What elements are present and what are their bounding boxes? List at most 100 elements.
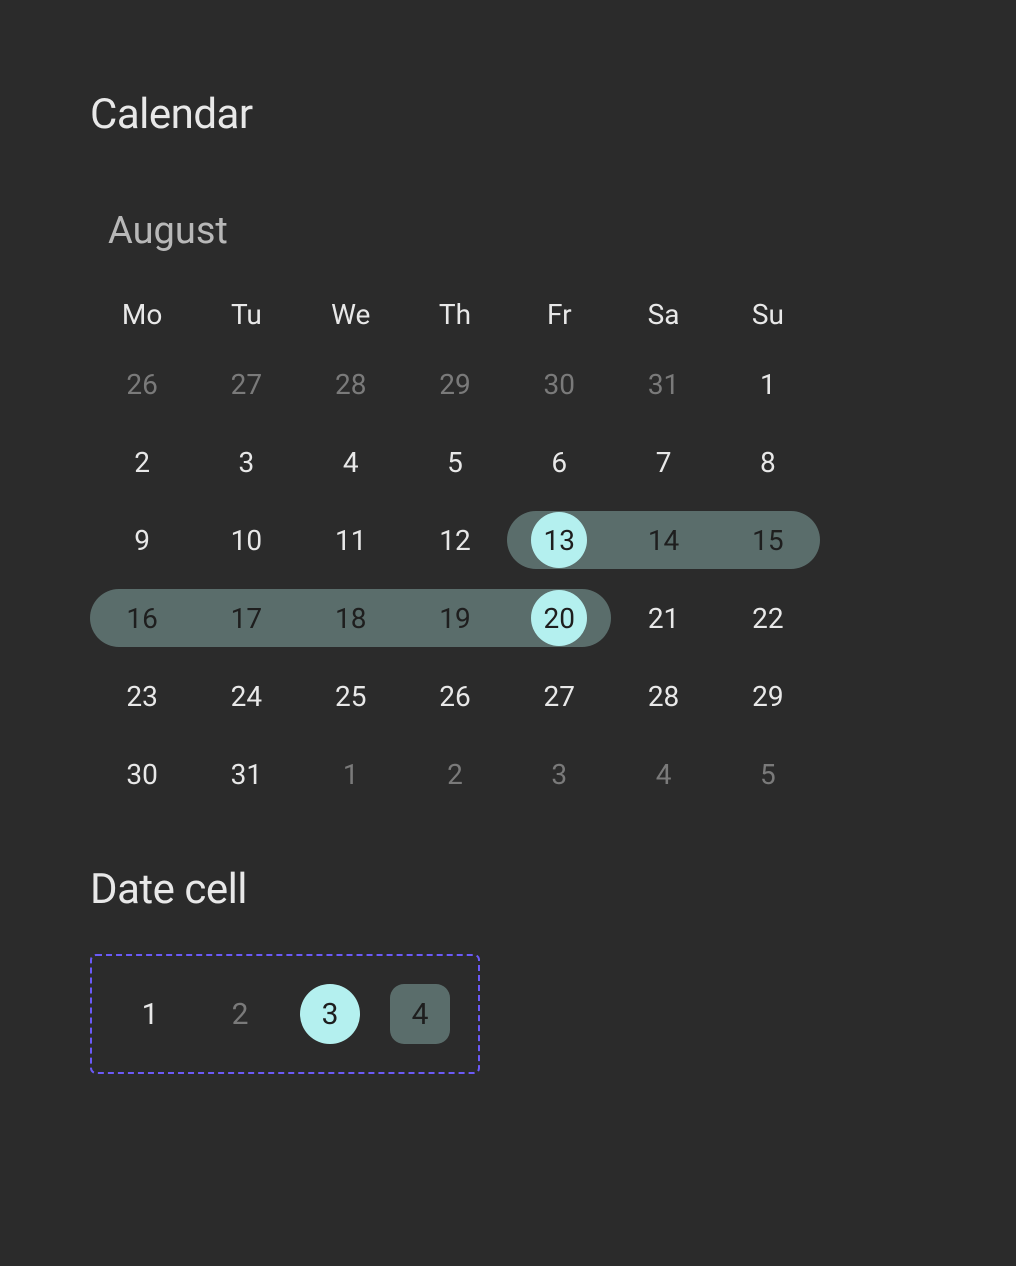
day-number: 4 [323,434,379,490]
day-cell[interactable]: 6 [507,433,611,491]
weekday-header: Fr [507,291,611,337]
day-number: 18 [323,590,379,646]
day-cell[interactable]: 10 [194,511,298,569]
day-cell[interactable]: 9 [90,511,194,569]
day-cell[interactable]: 28 [299,355,403,413]
day-cell[interactable]: 13 [507,511,611,569]
day-number: 26 [114,356,170,412]
day-number: 28 [636,668,692,724]
day-number: 20 [531,590,587,646]
day-cell[interactable]: 17 [194,589,298,647]
month-label: August [108,209,926,253]
day-number: 29 [740,668,796,724]
day-cell[interactable]: 22 [716,589,820,647]
day-cell[interactable]: 1 [299,745,403,803]
day-number: 24 [218,668,274,724]
day-cell[interactable]: 24 [194,667,298,725]
day-cell[interactable]: 23 [90,667,194,725]
weekday-header: Mo [90,291,194,337]
day-number: 4 [636,746,692,802]
day-cell[interactable]: 2 [90,433,194,491]
day-cell[interactable]: 2 [403,745,507,803]
day-cell[interactable]: 4 [611,745,715,803]
calendar-title: Calendar [90,90,926,139]
day-cell[interactable]: 4 [299,433,403,491]
day-number: 27 [531,668,587,724]
day-number: 29 [427,356,483,412]
day-cell[interactable]: 30 [90,745,194,803]
day-cell[interactable]: 30 [507,355,611,413]
day-cell[interactable]: 7 [611,433,715,491]
day-number: 7 [636,434,692,490]
day-number: 17 [218,590,274,646]
day-number: 21 [636,590,692,646]
weekday-header: We [299,291,403,337]
day-number: 31 [636,356,692,412]
day-cell[interactable]: 31 [611,355,715,413]
day-cell[interactable]: 8 [716,433,820,491]
day-cell[interactable]: 5 [716,745,820,803]
day-cell[interactable]: 19 [403,589,507,647]
date-cell-title: Date cell [90,865,926,914]
day-cell[interactable]: 29 [716,667,820,725]
weekday-header: Th [403,291,507,337]
day-cell[interactable]: 29 [403,355,507,413]
day-number: 30 [531,356,587,412]
day-cell[interactable]: 15 [716,511,820,569]
day-number: 11 [323,512,379,568]
day-number: 2 [114,434,170,490]
day-number: 19 [427,590,483,646]
example-cell-normal[interactable]: 1 [120,984,180,1044]
day-number: 8 [740,434,796,490]
day-number: 10 [218,512,274,568]
day-number: 12 [427,512,483,568]
day-number: 5 [740,746,796,802]
day-cell[interactable]: 27 [194,355,298,413]
day-number: 16 [114,590,170,646]
day-number: 6 [531,434,587,490]
day-cell[interactable]: 28 [611,667,715,725]
weekday-header: Su [716,291,820,337]
day-cell[interactable]: 25 [299,667,403,725]
date-cell-examples: 1234 [90,954,480,1074]
day-cell[interactable]: 20 [507,589,611,647]
day-cell[interactable]: 5 [403,433,507,491]
day-number: 27 [218,356,274,412]
day-number: 26 [427,668,483,724]
example-cell-range-style[interactable]: 4 [390,984,450,1044]
day-number: 14 [636,512,692,568]
day-cell[interactable]: 12 [403,511,507,569]
day-number: 28 [323,356,379,412]
day-cell[interactable]: 3 [507,745,611,803]
day-cell[interactable]: 18 [299,589,403,647]
day-number: 25 [323,668,379,724]
day-number: 1 [323,746,379,802]
day-cell[interactable]: 21 [611,589,715,647]
day-cell[interactable]: 27 [507,667,611,725]
day-cell[interactable]: 1 [716,355,820,413]
day-number: 9 [114,512,170,568]
day-cell[interactable]: 26 [90,355,194,413]
day-number: 5 [427,434,483,490]
example-cell-selected[interactable]: 3 [300,984,360,1044]
day-number: 2 [427,746,483,802]
day-cell[interactable]: 11 [299,511,403,569]
weekday-header: Tu [194,291,298,337]
day-number: 22 [740,590,796,646]
day-number: 31 [218,746,274,802]
day-number: 3 [531,746,587,802]
day-number: 1 [740,356,796,412]
day-number: 13 [531,512,587,568]
day-cell[interactable]: 16 [90,589,194,647]
day-number: 23 [114,668,170,724]
day-number: 15 [740,512,796,568]
day-cell[interactable]: 14 [611,511,715,569]
day-cell[interactable]: 26 [403,667,507,725]
day-number: 30 [114,746,170,802]
day-number: 3 [218,434,274,490]
day-cell[interactable]: 3 [194,433,298,491]
weekday-header: Sa [611,291,715,337]
day-cell[interactable]: 31 [194,745,298,803]
calendar-grid: MoTuWeThFrSaSu26272829303112345678910111… [90,291,820,823]
example-cell-muted[interactable]: 2 [210,984,270,1044]
